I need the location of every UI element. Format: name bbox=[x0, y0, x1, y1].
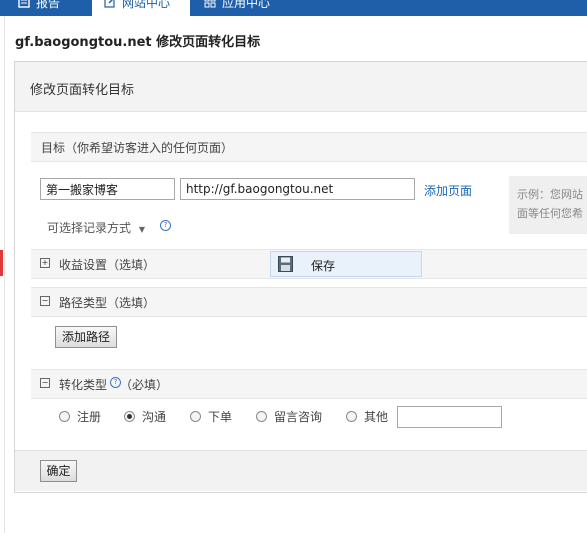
radio-other-label: 其他 bbox=[364, 410, 389, 424]
left-divider bbox=[4, 16, 5, 533]
tab-app-center-label: 应用中心 bbox=[222, 0, 271, 10]
save-button[interactable]: 保存 bbox=[270, 251, 422, 277]
radio-order-label: 下单 bbox=[208, 410, 233, 424]
edit-icon bbox=[104, 0, 116, 13]
add-path-button[interactable]: 添加路径 bbox=[55, 326, 117, 348]
radio-message-label: 留言咨询 bbox=[274, 410, 323, 424]
radio-communicate[interactable] bbox=[124, 411, 135, 422]
goal-url-input[interactable] bbox=[180, 178, 415, 200]
radio-register[interactable] bbox=[59, 411, 70, 422]
panel-footer bbox=[15, 450, 587, 491]
top-nav: 报告 网站中心 应用中心 bbox=[0, 0, 587, 16]
example-hint: 示例：您网站 面等任何您希 bbox=[509, 176, 587, 234]
tab-site-center[interactable]: 网站中心 bbox=[92, 0, 190, 16]
add-page-link[interactable]: 添加页面 bbox=[424, 182, 472, 199]
conversion-section-label: 转化类型 bbox=[59, 376, 107, 393]
record-mode-dropdown[interactable]: 可选择记录方式 ▼ bbox=[47, 219, 145, 236]
radio-register-label: 注册 bbox=[77, 410, 102, 424]
goal-name-input[interactable] bbox=[40, 178, 175, 200]
grid-icon bbox=[204, 0, 216, 13]
report-icon bbox=[18, 0, 30, 13]
collapse-minus-icon[interactable]: − bbox=[40, 296, 50, 306]
conversion-label: 转化类型 bbox=[59, 378, 108, 392]
tab-site-center-label: 网站中心 bbox=[122, 0, 171, 10]
panel-title: 修改页面转化目标 bbox=[30, 83, 135, 98]
page-title: gf.baogongtou.net 修改页面转化目标 bbox=[15, 35, 261, 50]
path-section-label: 路径类型（选填） bbox=[59, 296, 156, 310]
chevron-down-icon: ▼ bbox=[138, 225, 145, 234]
radio-communicate-label: 沟通 bbox=[142, 410, 167, 424]
radio-message[interactable] bbox=[256, 411, 267, 422]
save-label: 保存 bbox=[311, 259, 336, 273]
tab-app-center[interactable]: 应用中心 bbox=[204, 0, 290, 16]
required-tag: （必填） bbox=[120, 378, 169, 392]
expand-plus-icon[interactable]: + bbox=[40, 258, 50, 268]
collapse-minus-icon[interactable]: − bbox=[40, 378, 50, 388]
hint-line-2: 面等任何您希 bbox=[517, 207, 583, 220]
confirm-button[interactable]: 确定 bbox=[40, 460, 77, 482]
radio-order[interactable] bbox=[190, 411, 201, 422]
record-mode-label: 可选择记录方式 bbox=[47, 221, 132, 235]
help-icon[interactable]: ? bbox=[160, 220, 171, 231]
left-active-marker bbox=[0, 250, 3, 276]
tab-report-label: 报告 bbox=[36, 0, 61, 10]
hint-line-1: 示例：您网站 bbox=[517, 188, 583, 201]
target-section-label: 目标（你希望访客进入的任何页面） bbox=[41, 141, 234, 155]
radio-other[interactable] bbox=[346, 411, 357, 422]
floppy-disk-icon bbox=[278, 256, 293, 275]
other-type-input[interactable] bbox=[397, 406, 502, 428]
tab-report[interactable]: 报告 bbox=[18, 0, 88, 16]
revenue-section-label: 收益设置（选填） bbox=[59, 258, 156, 272]
